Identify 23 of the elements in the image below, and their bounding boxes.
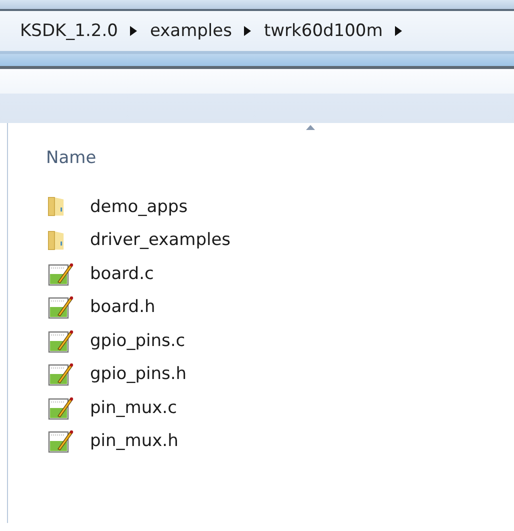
column-header[interactable]: Name [46, 134, 96, 168]
file-item[interactable]: driver_examples [90, 230, 231, 250]
text-file-icon [48, 328, 74, 353]
triangle-icon[interactable] [130, 26, 137, 36]
text-file-icon [48, 295, 74, 320]
text-file-icon [48, 396, 74, 420]
breadcrumb-item[interactable]: twrk60d100m [264, 21, 383, 41]
file-item[interactable]: board.h [90, 297, 156, 318]
triangle-icon[interactable] [244, 26, 251, 36]
breadcrumb-item[interactable]: KSDK_1.2.0 [20, 21, 118, 41]
folder-icon [48, 197, 64, 216]
file-item[interactable]: board.c [90, 264, 154, 284]
text-file-icon [48, 429, 74, 454]
text-file-icon [48, 262, 74, 286]
file-item[interactable]: demo_apps [90, 196, 188, 217]
file-item[interactable]: gpio_pins.c [90, 330, 186, 351]
file-item[interactable]: pin_mux.h [90, 431, 178, 452]
triangle-icon[interactable] [394, 26, 402, 36]
file-item[interactable]: pin_mux.c [90, 398, 177, 418]
breadcrumb-item[interactable]: examples [150, 21, 232, 41]
text-file-icon [48, 362, 74, 386]
file-item[interactable]: gpio_pins.h [90, 364, 187, 384]
folder-icon [48, 230, 64, 250]
